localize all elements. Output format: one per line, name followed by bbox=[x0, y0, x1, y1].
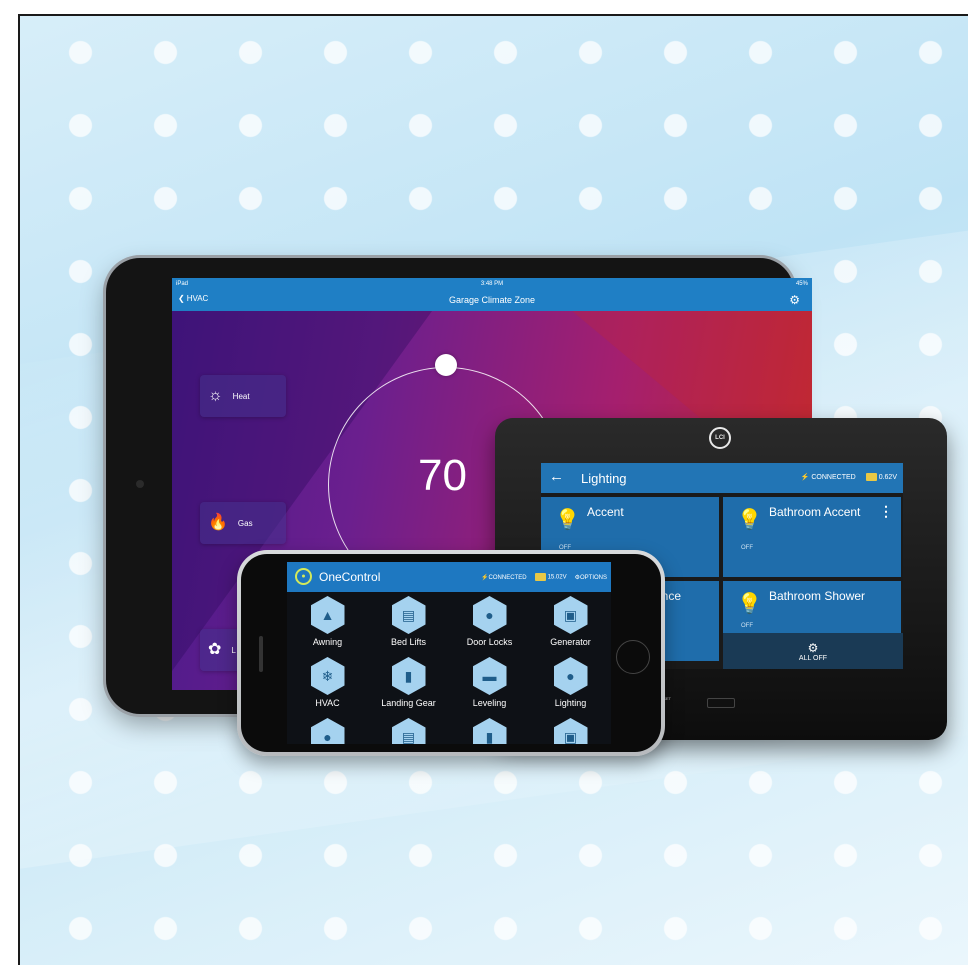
status-device: iPad bbox=[176, 280, 189, 287]
connected-label: CONNECTED bbox=[488, 574, 527, 581]
back-label: HVAC bbox=[186, 294, 209, 303]
voltage-label: 0.62V bbox=[878, 473, 897, 481]
sun-icon: ☼ bbox=[208, 387, 223, 404]
feature-leveling[interactable]: ▬ Leveling bbox=[449, 657, 530, 708]
home-button[interactable] bbox=[616, 640, 650, 674]
temperature-readout: 70 bbox=[418, 451, 467, 500]
feature-tv[interactable]: ▣ bbox=[530, 718, 611, 744]
landing-gear-icon: ▮ bbox=[391, 657, 426, 695]
bulb-icon: 💡 bbox=[737, 509, 762, 531]
feature-grid: ▲ Awning ▤ Bed Lifts ● Door Locks ▣ Generato… bbox=[287, 596, 611, 744]
feature-bed-lifts[interactable]: ▤ Bed Lifts bbox=[368, 596, 449, 647]
battery-icon bbox=[865, 473, 877, 481]
feature-generator[interactable]: ▣ Generator bbox=[530, 596, 611, 647]
phone-device: ● OneControl ⚡CONNECTED 15.02V ⚙OPTIONS … bbox=[237, 550, 665, 756]
back-button[interactable]: ❮ HVAC bbox=[178, 294, 208, 303]
feature-slide[interactable]: ▤ bbox=[368, 718, 449, 744]
mode-gas-button[interactable]: 🔥 Gas bbox=[200, 502, 286, 544]
status-time: 3:48 PM bbox=[480, 280, 504, 287]
camera-icon bbox=[136, 480, 144, 488]
panel-header: ← Lighting ⚡ CONNECTED 0.62V bbox=[541, 463, 903, 493]
fan-icon: ✿ bbox=[208, 641, 222, 658]
tank-icon: ▮ bbox=[472, 718, 507, 744]
bulb-icon: 💡 bbox=[555, 509, 580, 531]
page-title: Garage Climate Zone bbox=[448, 295, 536, 305]
tile-name: Bathroom Shower bbox=[769, 589, 866, 603]
lock-icon: ● bbox=[472, 596, 507, 634]
panel-title: Lighting bbox=[581, 471, 627, 486]
feature-label: Leveling bbox=[472, 698, 507, 708]
app-header: ● OneControl ⚡CONNECTED 15.02V ⚙OPTIONS bbox=[287, 562, 611, 592]
mode-label: Gas bbox=[237, 518, 253, 528]
connected-status: ⚡CONNECTED bbox=[481, 574, 527, 581]
mode-label: L bbox=[231, 645, 236, 655]
tile-state: OFF bbox=[741, 545, 753, 551]
hvac-icon: ❄ bbox=[310, 657, 345, 695]
plug-icon: ⚡ bbox=[800, 474, 810, 481]
mode-label: Heat bbox=[232, 391, 250, 401]
feature-door-locks[interactable]: ● Door Locks bbox=[449, 596, 530, 647]
plug-icon: ⚡ bbox=[481, 574, 489, 581]
all-off-button[interactable]: ⚙ ALL OFF bbox=[723, 633, 903, 669]
voltage-label: 15.02V bbox=[547, 574, 567, 581]
options-label: OPTIONS bbox=[579, 574, 607, 581]
bulb-icon: 💡 bbox=[737, 593, 762, 615]
feature-water[interactable]: ● bbox=[287, 718, 368, 744]
background-frame: iPad 3:48 PM 45% ❮ HVAC Garage Climate Z… bbox=[18, 14, 968, 965]
feature-label: HVAC bbox=[315, 698, 340, 708]
brand-logo: LCI bbox=[709, 427, 731, 449]
onecontrol-logo-icon: ● bbox=[295, 568, 312, 585]
tile-name: Bathroom Accent bbox=[769, 505, 861, 519]
tv-icon: ▣ bbox=[553, 718, 588, 744]
feature-landing-gear[interactable]: ▮ Landing Gear bbox=[368, 657, 449, 708]
all-off-label: ALL OFF bbox=[798, 654, 828, 662]
mode-heat-button[interactable]: ☼ Heat bbox=[200, 375, 286, 417]
ipad-status-bar: iPad 3:48 PM 45% bbox=[172, 278, 812, 289]
feature-label: Bed Lifts bbox=[390, 637, 427, 647]
arrow-left-icon[interactable]: ← bbox=[549, 468, 564, 485]
feature-label: Landing Gear bbox=[381, 698, 436, 708]
bulb-icon: ● bbox=[553, 657, 588, 695]
phone-screen: ● OneControl ⚡CONNECTED 15.02V ⚙OPTIONS … bbox=[287, 562, 611, 744]
generator-icon: ▣ bbox=[553, 596, 588, 634]
connected-status: ⚡ CONNECTED bbox=[801, 473, 856, 481]
feature-label: Lighting bbox=[554, 698, 587, 708]
feature-label: Awning bbox=[312, 637, 343, 647]
voltage-status: 15.02V bbox=[534, 573, 567, 581]
light-tile-bathroom-shower[interactable]: 💡 Bathroom Shower OFF bbox=[723, 581, 901, 633]
feature-hvac[interactable]: ❄ HVAC bbox=[287, 657, 368, 708]
leveling-icon: ▬ bbox=[472, 657, 507, 695]
tile-state: OFF bbox=[741, 623, 753, 629]
options-button[interactable]: ⚙OPTIONS bbox=[575, 574, 607, 581]
awning-icon: ▲ bbox=[310, 596, 345, 634]
feature-label: Door Locks bbox=[466, 637, 513, 647]
app-status: ⚡CONNECTED 15.02V ⚙OPTIONS bbox=[481, 573, 607, 581]
ipad-nav-bar: ❮ HVAC Garage Climate Zone ⚙ bbox=[172, 289, 812, 311]
panel-status: ⚡ CONNECTED 0.62V bbox=[801, 473, 897, 481]
status-battery: 45% bbox=[795, 280, 808, 287]
battery-icon bbox=[534, 573, 546, 581]
phone-bezel: ● OneControl ⚡CONNECTED 15.02V ⚙OPTIONS … bbox=[241, 554, 661, 752]
more-options-icon[interactable]: ⋮ bbox=[879, 503, 893, 520]
water-icon: ● bbox=[310, 718, 345, 744]
feature-lighting[interactable]: ● Lighting bbox=[530, 657, 611, 708]
usb-port bbox=[707, 698, 735, 708]
gear-icon[interactable]: ⚙ bbox=[789, 293, 800, 307]
logo-text: LCI bbox=[715, 435, 725, 441]
light-tile-bathroom-accent[interactable]: 💡 Bathroom Accent ⋮ OFF bbox=[723, 497, 901, 577]
voltage-status: 0.62V bbox=[865, 473, 897, 481]
dial-handle[interactable] bbox=[435, 354, 457, 376]
feature-label: Generator bbox=[550, 637, 591, 647]
app-title: OneControl bbox=[319, 570, 381, 584]
feature-tank[interactable]: ▮ bbox=[449, 718, 530, 744]
speaker-grille bbox=[259, 636, 263, 672]
slide-icon: ▤ bbox=[391, 718, 426, 744]
connected-label: CONNECTED bbox=[811, 474, 856, 481]
tile-name: Accent bbox=[587, 505, 624, 519]
bed-icon: ▤ bbox=[391, 596, 426, 634]
flame-icon: 🔥 bbox=[208, 514, 228, 531]
chevron-left-icon: ❮ bbox=[178, 294, 185, 303]
gear-icon: ⚙ bbox=[807, 640, 819, 655]
feature-awning[interactable]: ▲ Awning bbox=[287, 596, 368, 647]
